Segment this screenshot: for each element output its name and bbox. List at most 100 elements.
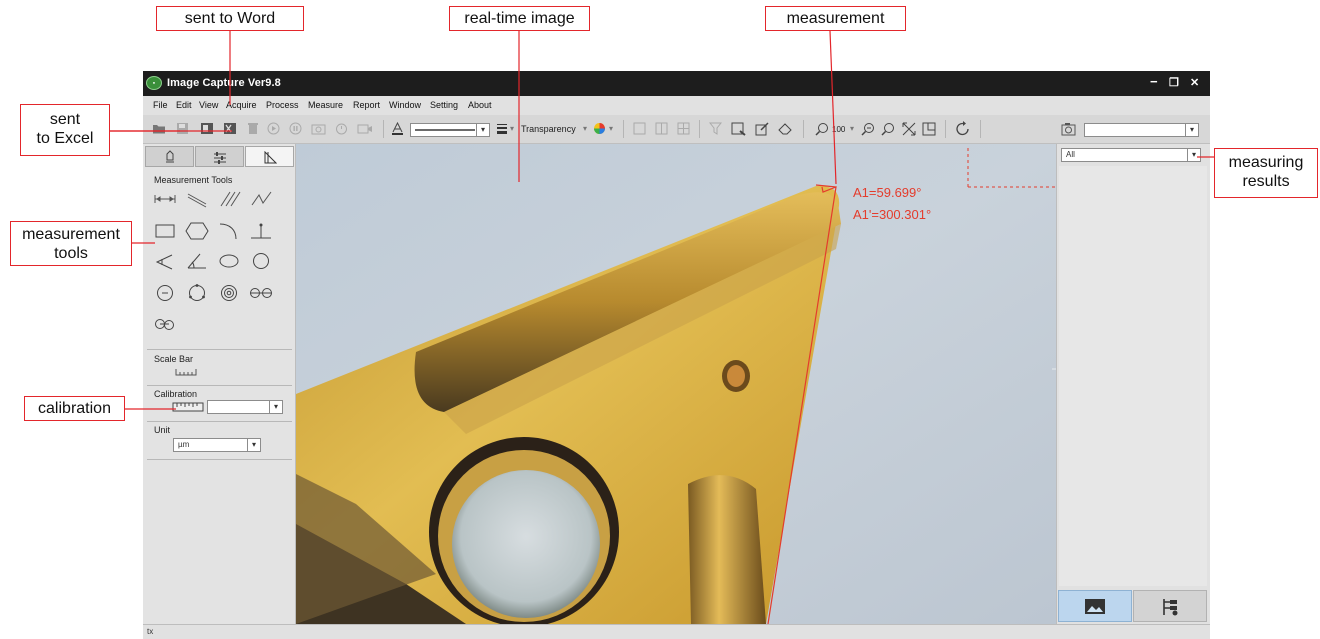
ruler-triangle-icon <box>264 151 277 164</box>
send-to-word-icon[interactable] <box>200 122 214 135</box>
polygon-tool-icon[interactable] <box>184 221 210 241</box>
chevron-down-icon[interactable]: ▾ <box>609 124 613 133</box>
callout-sent-to-excel: sent to Excel <box>20 104 110 156</box>
calibration-ruler-icon[interactable] <box>172 402 204 412</box>
distance-tool-icon[interactable] <box>152 189 178 209</box>
three-point-circle-tool-icon[interactable] <box>184 283 210 303</box>
menu-setting[interactable]: Setting <box>430 100 458 110</box>
angle-tool-icon[interactable] <box>184 251 210 271</box>
close-button[interactable]: ✕ <box>1190 76 1199 89</box>
line-sample-icon <box>415 129 475 131</box>
menu-view[interactable]: View <box>199 100 218 110</box>
two-circle-tool-icon[interactable] <box>152 314 178 334</box>
open-folder-icon[interactable] <box>152 122 166 135</box>
toolbar-separator <box>945 120 946 138</box>
line-width-icon[interactable] <box>496 122 508 134</box>
menu-edit[interactable]: Edit <box>176 100 192 110</box>
unit-value: µm <box>178 440 190 449</box>
play-icon[interactable] <box>267 122 280 135</box>
circle-tool-icon[interactable] <box>248 251 274 271</box>
chevron-down-icon: ▾ <box>247 439 260 451</box>
line-style-select[interactable]: ▾ <box>410 123 490 137</box>
fit-window-icon[interactable] <box>902 122 916 136</box>
rectangle-tool-icon[interactable] <box>152 221 178 241</box>
actual-size-icon[interactable] <box>881 122 895 136</box>
callout-sent-to-word: sent to Word <box>156 6 304 31</box>
timer-icon[interactable] <box>335 122 348 135</box>
parallel-lines-tool-icon[interactable] <box>216 189 242 209</box>
camera-settings-icon[interactable] <box>1061 122 1079 136</box>
menu-window[interactable]: Window <box>389 100 421 110</box>
text-color-icon[interactable] <box>391 122 404 136</box>
results-list[interactable] <box>1059 166 1207 586</box>
toolbar-separator <box>383 120 384 138</box>
concentric-circle-tool-icon[interactable] <box>216 283 242 303</box>
app-window: ● Image Capture Ver9.8 − ❐ ✕ File Edit V… <box>143 71 1210 639</box>
split-view-icon[interactable] <box>655 122 668 135</box>
chevron-down-icon[interactable]: ▾ <box>850 124 854 133</box>
toolbar-separator <box>803 120 804 138</box>
calibration-select[interactable]: ▾ <box>207 400 283 414</box>
pause-icon[interactable] <box>289 122 302 135</box>
callout-measuring-results: measuring results <box>1214 148 1318 198</box>
image-view-button[interactable] <box>1058 590 1132 622</box>
angle-supplement-label: A1'=300.301° <box>853 207 932 222</box>
menu-file[interactable]: File <box>153 100 168 110</box>
transparency-button[interactable]: Transparency <box>521 124 576 134</box>
polyline-tool-icon[interactable] <box>248 189 274 209</box>
send-to-excel-icon[interactable] <box>223 122 237 135</box>
data-view-button[interactable] <box>1133 590 1207 622</box>
eraser-icon[interactable] <box>778 122 792 135</box>
tab-properties[interactable] <box>145 146 194 167</box>
center-circle-tool-icon[interactable] <box>152 283 178 303</box>
results-filter-select[interactable]: All ▾ <box>1061 148 1201 162</box>
edit-icon[interactable] <box>755 122 769 136</box>
angle-measurement-label: A1=59.699° <box>853 185 922 200</box>
menu-about[interactable]: About <box>468 100 492 110</box>
window-title: Image Capture Ver9.8 <box>167 77 281 89</box>
tab-adjust[interactable] <box>195 146 244 167</box>
toolbar-separator <box>980 120 981 138</box>
image-icon <box>1085 599 1105 614</box>
callout-calibration: calibration <box>24 396 125 421</box>
single-view-icon[interactable] <box>633 122 646 135</box>
arc-tool-icon[interactable] <box>216 221 242 241</box>
zoom-value[interactable]: 100 <box>832 125 845 134</box>
color-wheel-icon[interactable] <box>593 122 606 135</box>
line-tool-icon[interactable] <box>184 189 210 209</box>
measurement-tools-title: Measurement Tools <box>154 175 233 185</box>
real-time-image-view[interactable]: A1=59.699° A1'=300.301° <box>296 144 1056 624</box>
menu-process[interactable]: Process <box>266 100 299 110</box>
delete-icon[interactable] <box>247 122 259 135</box>
chevron-down-icon[interactable]: ▾ <box>510 124 514 133</box>
annotation-icon[interactable] <box>731 122 747 136</box>
menu-measure[interactable]: Measure <box>308 100 343 110</box>
angle-three-point-tool-icon[interactable] <box>152 251 178 271</box>
divider <box>147 349 292 350</box>
record-video-icon[interactable] <box>357 122 373 135</box>
menu-acquire[interactable]: Acquire <box>226 100 257 110</box>
ellipse-tool-icon[interactable] <box>216 251 242 271</box>
divider <box>147 385 292 386</box>
fullscreen-icon[interactable] <box>922 122 936 136</box>
menu-report[interactable]: Report <box>353 100 380 110</box>
zoom-icon[interactable] <box>815 122 829 136</box>
snapshot-icon[interactable] <box>311 122 326 135</box>
quad-view-icon[interactable] <box>677 122 690 135</box>
toolbar: ▾ ▾ Transparency ▾ ▾ 100 ▾ ▾ <box>143 115 1210 144</box>
scale-bar-icon[interactable] <box>175 367 197 377</box>
chevron-down-icon[interactable]: ▾ <box>583 124 587 133</box>
callout-measurement-tools: measurement tools <box>10 221 132 266</box>
refresh-icon[interactable] <box>955 121 971 137</box>
circle-distance-tool-icon[interactable] <box>248 283 274 303</box>
filter-icon[interactable] <box>709 122 722 135</box>
save-icon[interactable] <box>176 122 189 135</box>
restore-button[interactable]: ❐ <box>1169 76 1179 89</box>
measurement-panel: Measurement Tools Scale Bar Calibration … <box>143 144 296 624</box>
perpendicular-tool-icon[interactable] <box>248 221 274 241</box>
minimize-button[interactable]: − <box>1150 74 1158 89</box>
camera-select[interactable]: ▾ <box>1084 123 1199 137</box>
tab-measurement[interactable] <box>245 146 294 167</box>
zoom-out-icon[interactable] <box>861 122 875 136</box>
unit-select[interactable]: µm ▾ <box>173 438 261 452</box>
